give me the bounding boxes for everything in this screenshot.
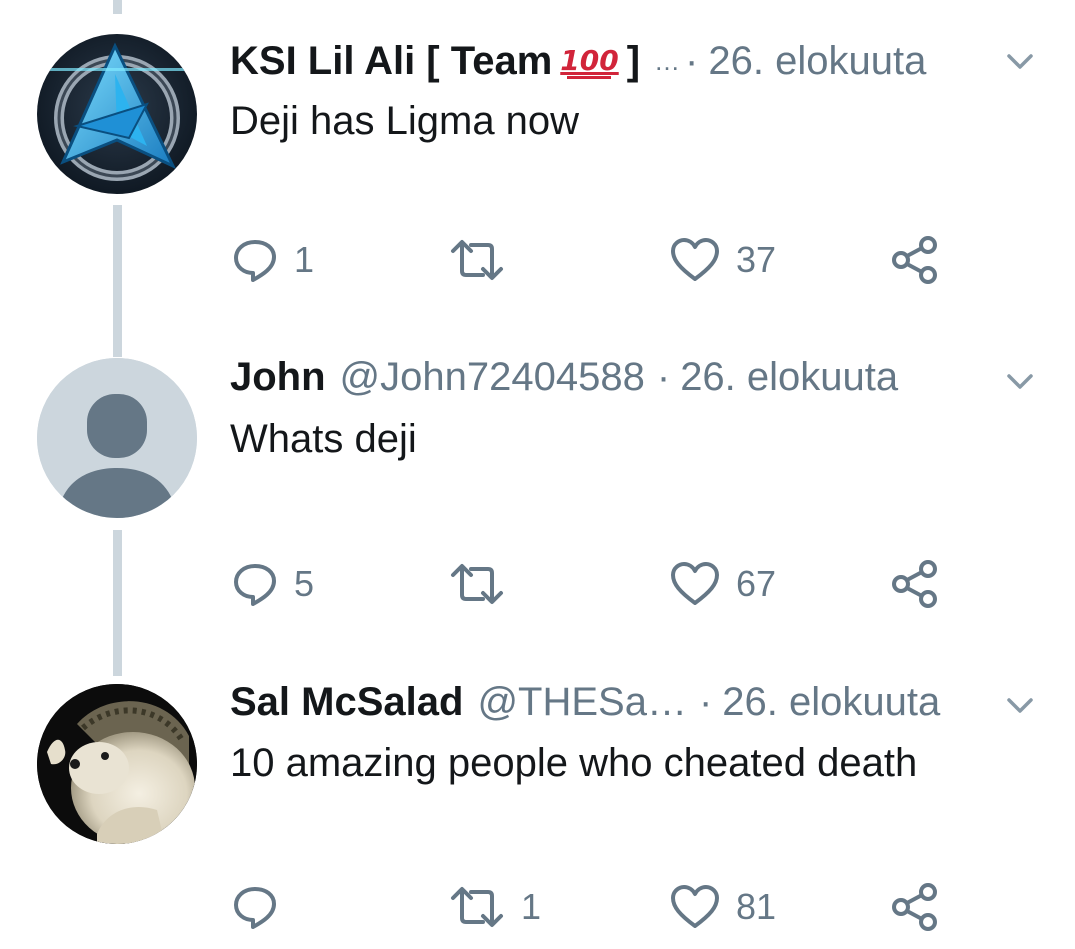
display-name-suffix: ] [626,39,641,83]
heart-icon [671,885,719,928]
like-button[interactable]: 81 [670,882,776,932]
share-icon [892,883,937,931]
retweet-button[interactable]: 1 [449,882,541,932]
retweet-icon [451,564,503,604]
reply-icon [234,564,276,606]
reply-button[interactable]: 1 [232,235,314,285]
tweet-date[interactable]: 26. elokuuta [708,36,926,86]
avatar[interactable] [37,684,197,844]
separator-dot: · [685,39,699,83]
reply-button[interactable]: 5 [232,559,314,609]
chevron-down-icon[interactable] [1003,688,1037,722]
tweet-actions: 1 37 [0,235,1075,285]
truncation-ellipsis: … [654,46,682,76]
like-count: 67 [736,563,777,604]
tweet[interactable]: Sal McSalad @THESa… · 26. elokuuta 10 am… [0,650,1075,949]
reply-icon [234,887,276,929]
tweet[interactable]: John @John72404588 · 26. elokuuta Whats … [0,330,1075,650]
tweet-date[interactable]: 26. elokuuta [680,352,898,402]
tweet[interactable]: KSI Lil Ali [ Team 100 ] … · 26. elokuut… [0,0,1075,330]
reply-count: 1 [294,239,315,280]
tweet-text: 10 amazing people who cheated death [230,741,918,785]
tweet-header: John @John72404588 · 26. elokuuta [230,352,898,402]
display-name[interactable]: Sal McSalad [230,677,463,727]
reply-icon [234,240,276,282]
retweet-icon [451,240,503,280]
tweet-header: KSI Lil Ali [ Team 100 ] … · 26. elokuut… [230,36,926,86]
heart-icon [671,238,719,281]
display-name[interactable]: KSI Lil Ali [ Team [230,36,552,86]
hundred-points-emoji: 100 [560,43,619,79]
share-icon [892,560,937,608]
tweet-text: Whats deji [230,417,417,461]
retweet-button[interactable] [449,559,521,609]
heart-icon [671,562,719,605]
default-profile-icon [37,358,197,518]
reply-count: 5 [294,563,315,604]
chevron-down-icon[interactable] [1003,44,1037,78]
tweet-actions: 1 81 [0,882,1075,932]
retweet-count: 1 [521,886,542,927]
user-handle[interactable]: @John72404588 [340,352,645,402]
retweet-button[interactable] [449,235,521,285]
tweet-text: Deji has Ligma now [230,99,580,143]
tweet-date[interactable]: 26. elokuuta [722,677,940,727]
user-handle[interactable]: @THESa… [477,677,687,727]
ali-a-logo-icon [37,34,197,194]
like-count: 37 [736,239,777,280]
retweet-icon [451,887,503,927]
reply-button[interactable] [232,882,294,932]
separator-dot: · [698,680,713,724]
tweet-actions: 5 67 [0,559,1075,609]
share-button[interactable] [890,559,940,609]
display-name[interactable]: John [230,352,326,402]
separator-dot: · [656,355,671,399]
like-button[interactable]: 67 [670,559,776,609]
share-button[interactable] [890,235,940,285]
hedgehog-avatar-icon [37,684,197,844]
avatar[interactable] [37,34,197,194]
share-icon [892,236,937,284]
share-button[interactable] [890,882,940,932]
like-count: 81 [736,886,777,927]
chevron-down-icon[interactable] [1003,364,1037,398]
tweet-header: Sal McSalad @THESa… · 26. elokuuta [230,677,940,727]
avatar[interactable] [37,358,197,518]
like-button[interactable]: 37 [670,235,776,285]
